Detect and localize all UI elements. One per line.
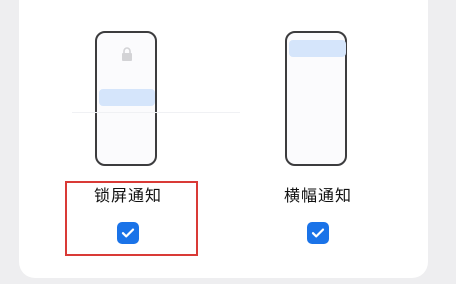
lock-screen-preview[interactable] (95, 31, 157, 166)
lock-icon (122, 47, 132, 61)
checkmark-icon (311, 228, 325, 238)
banner-notification-preview (289, 40, 346, 57)
banner-notification-label: 横幅通知 (283, 186, 352, 205)
selection-highlight-box (65, 181, 198, 256)
banner-preview[interactable] (285, 31, 347, 166)
lock-screen-notification-preview (99, 89, 155, 106)
banner-notification-checkbox[interactable] (307, 222, 329, 244)
preview-divider (72, 112, 240, 113)
